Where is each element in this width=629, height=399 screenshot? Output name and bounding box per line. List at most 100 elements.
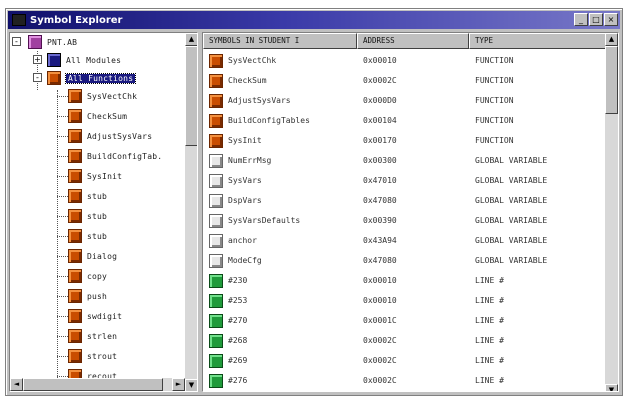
- minimize-button[interactable]: _: [574, 13, 588, 26]
- symbol-address: 0x43A94: [363, 236, 397, 245]
- tree-connector: [57, 376, 68, 377]
- title-bar[interactable]: Symbol Explorer _ □ ×: [8, 11, 620, 29]
- symbol-name-cell: #230: [209, 271, 357, 291]
- scroll-thumb[interactable]: [185, 46, 197, 146]
- tree-item-function[interactable]: CheckSum: [68, 107, 127, 125]
- symbol-row[interactable]: BuildConfigTables 0x00104 FUNCTION: [203, 111, 603, 131]
- symbol-type: GLOBAL VARIABLE: [475, 156, 548, 165]
- tree-item-function[interactable]: AdjustSysVars: [68, 127, 152, 145]
- symbol-row[interactable]: #269 0x0002C LINE #: [203, 351, 603, 371]
- symbol-name: SysVarsDefaults: [228, 216, 301, 225]
- symbol-type: FUNCTION: [475, 96, 514, 105]
- symbol-row[interactable]: SysInit 0x00170 FUNCTION: [203, 131, 603, 151]
- tree-item-label: AdjustSysVars: [87, 131, 153, 141]
- tree-item-function[interactable]: swdigit: [68, 307, 122, 325]
- tree-node-root[interactable]: PNT.AB: [28, 33, 77, 51]
- tree-horizontal-scrollbar[interactable]: ◄ ►: [10, 378, 185, 391]
- symbol-address: 0x0002C: [363, 76, 397, 85]
- tree-connector: [57, 336, 68, 337]
- symbol-name-cell: DspVars: [209, 191, 357, 211]
- symbol-type: GLOBAL VARIABLE: [475, 216, 548, 225]
- column-header-symbol[interactable]: SYMBOLS IN STUDENT I: [203, 33, 357, 49]
- symbol-row[interactable]: #253 0x00010 LINE #: [203, 291, 603, 311]
- modules-icon: [47, 53, 61, 67]
- symbol-name: #276: [228, 376, 248, 385]
- symbol-address: 0x00300: [363, 156, 397, 165]
- symbol-row[interactable]: SysVarsDefaults 0x00390 GLOBAL VARIABLE: [203, 211, 603, 231]
- window-client-area: - PNT.AB + All Modules - All Functions S…: [9, 32, 619, 392]
- close-button[interactable]: ×: [604, 13, 618, 26]
- tree-item-label: SysInit: [87, 171, 123, 181]
- symbol-row[interactable]: #268 0x0002C LINE #: [203, 331, 603, 351]
- column-header-address[interactable]: ADDRESS: [357, 33, 469, 49]
- symbol-name: #269: [228, 356, 248, 365]
- tree-connector: [57, 296, 68, 297]
- maximize-button[interactable]: □: [589, 13, 603, 26]
- tree-item-function[interactable]: copy: [68, 267, 107, 285]
- tree-item-function[interactable]: strout: [68, 347, 117, 365]
- variable-icon: [209, 174, 223, 188]
- symbol-row[interactable]: #230 0x00010 LINE #: [203, 271, 603, 291]
- symbol-row[interactable]: AdjustSysVars 0x000D0 FUNCTION: [203, 91, 603, 111]
- scroll-thumb[interactable]: [605, 46, 618, 114]
- symbol-name: anchor: [228, 236, 257, 245]
- symbol-row[interactable]: SysVars 0x47010 GLOBAL VARIABLE: [203, 171, 603, 191]
- tree-item-function[interactable]: stub: [68, 207, 107, 225]
- tree-item-function[interactable]: SysInit: [68, 167, 122, 185]
- symbol-name-cell: #268: [209, 331, 357, 351]
- scroll-left-arrow[interactable]: ◄: [10, 378, 23, 391]
- symbol-address: 0x0002C: [363, 356, 397, 365]
- scroll-thumb[interactable]: [23, 378, 163, 391]
- variable-icon: [209, 214, 223, 228]
- symbol-type: FUNCTION: [475, 136, 514, 145]
- symbol-row[interactable]: SysVectChk 0x00010 FUNCTION: [203, 51, 603, 71]
- symbol-row[interactable]: CheckSum 0x0002C FUNCTION: [203, 71, 603, 91]
- tree-collapse-toggle[interactable]: -: [33, 73, 42, 82]
- symbol-row[interactable]: #276 0x0002C LINE #: [203, 371, 603, 391]
- tree-node-all-functions[interactable]: All Functions: [47, 69, 137, 87]
- scroll-up-arrow[interactable]: ▲: [605, 33, 618, 46]
- symbol-row[interactable]: DspVars 0x47080 GLOBAL VARIABLE: [203, 191, 603, 211]
- list-vertical-scrollbar[interactable]: ▲ ▼: [605, 33, 618, 391]
- symbol-tree-pane: - PNT.AB + All Modules - All Functions S…: [9, 32, 198, 392]
- tree-item-function[interactable]: push: [68, 287, 107, 305]
- column-header-type[interactable]: TYPE: [469, 33, 617, 49]
- tree-item-function[interactable]: BuildConfigTab.: [68, 147, 162, 165]
- tree-item-function[interactable]: Dialog: [68, 247, 117, 265]
- line-number-icon: [209, 354, 223, 368]
- symbol-type: GLOBAL VARIABLE: [475, 236, 548, 245]
- symbol-name-cell: #269: [209, 351, 357, 371]
- tree-item-function[interactable]: strlen: [68, 327, 117, 345]
- scroll-down-arrow[interactable]: ▼: [185, 379, 197, 391]
- function-icon: [68, 89, 82, 103]
- variable-icon: [209, 234, 223, 248]
- tree-connector: [57, 236, 68, 237]
- symbol-row[interactable]: ModeCfg 0x47080 GLOBAL VARIABLE: [203, 251, 603, 271]
- symbol-address: 0x00010: [363, 296, 397, 305]
- symbol-address: 0x0001C: [363, 316, 397, 325]
- symbol-address: 0x47080: [363, 196, 397, 205]
- function-icon: [209, 94, 223, 108]
- window-controls: _ □ ×: [574, 13, 618, 26]
- tree-connector: [57, 216, 68, 217]
- symbol-name-cell: SysVars: [209, 171, 357, 191]
- scroll-up-arrow[interactable]: ▲: [185, 33, 197, 46]
- tree-collapse-toggle[interactable]: -: [12, 37, 21, 46]
- scroll-down-arrow[interactable]: ▼: [605, 384, 618, 391]
- tree-vertical-scrollbar[interactable]: ▲ ▼: [185, 33, 197, 391]
- symbol-name-cell: AdjustSysVars: [209, 91, 357, 111]
- tree-item-function[interactable]: stub: [68, 227, 107, 245]
- tree-item-function[interactable]: SysVectChk: [68, 87, 137, 105]
- tree-expand-toggle[interactable]: +: [33, 55, 42, 64]
- function-icon: [209, 74, 223, 88]
- symbol-row[interactable]: #270 0x0001C LINE #: [203, 311, 603, 331]
- scroll-right-arrow[interactable]: ►: [172, 378, 185, 391]
- symbol-row[interactable]: anchor 0x43A94 GLOBAL VARIABLE: [203, 231, 603, 251]
- symbol-address: 0x47080: [363, 256, 397, 265]
- tree-item-label: push: [87, 291, 108, 301]
- symbol-list-pane: SYMBOLS IN STUDENT I ADDRESS TYPE SysVec…: [202, 32, 619, 392]
- tree-item-function[interactable]: stub: [68, 187, 107, 205]
- tree-node-all-modules[interactable]: All Modules: [47, 51, 121, 69]
- symbol-name-cell: #276: [209, 371, 357, 391]
- symbol-row[interactable]: NumErrMsg 0x00300 GLOBAL VARIABLE: [203, 151, 603, 171]
